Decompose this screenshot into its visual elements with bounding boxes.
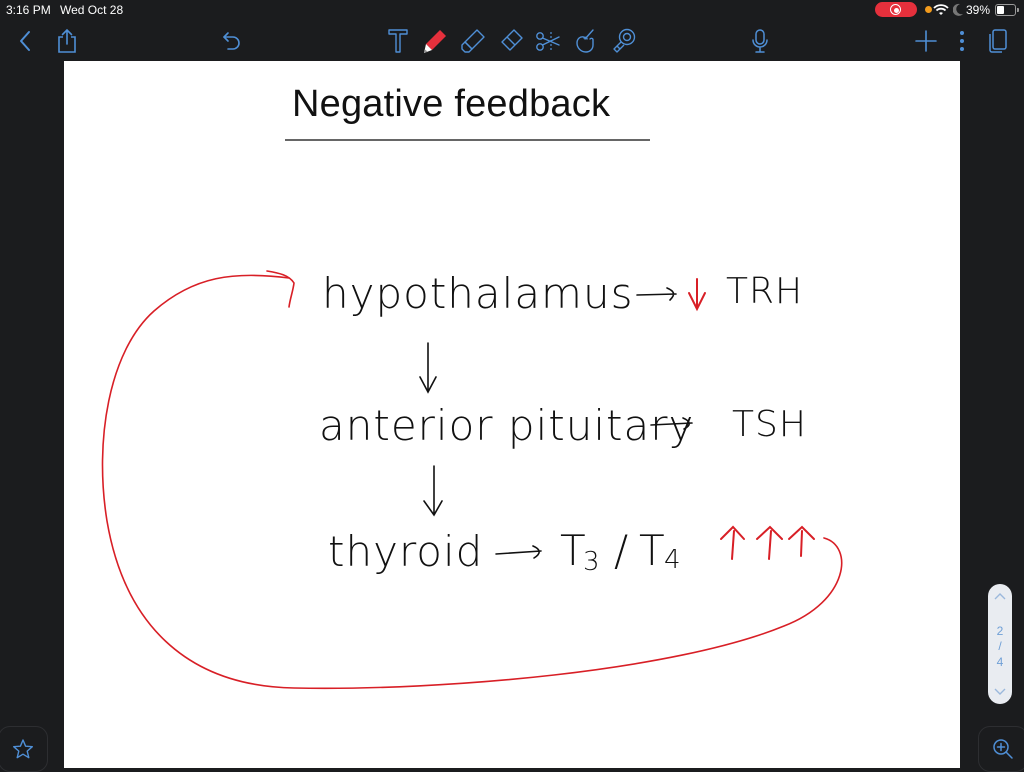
wifi-icon bbox=[933, 4, 949, 15]
battery-nub bbox=[1017, 8, 1019, 12]
decrease-arrow-trh bbox=[688, 278, 706, 312]
title-underline bbox=[285, 139, 650, 141]
more-button[interactable] bbox=[947, 26, 977, 56]
text-tool-icon bbox=[388, 29, 408, 53]
status-bar: 3:16 PM Wed Oct 28 39% bbox=[0, 0, 1024, 20]
eraser-tool-button[interactable] bbox=[496, 26, 526, 56]
do-not-disturb-icon bbox=[953, 3, 963, 16]
chevron-down-icon bbox=[994, 688, 1006, 695]
favorite-button[interactable] bbox=[0, 726, 48, 772]
feedback-arrowhead bbox=[266, 270, 295, 308]
page-separator: / bbox=[998, 639, 1002, 653]
pages-button[interactable] bbox=[983, 26, 1013, 56]
record-audio-button[interactable] bbox=[745, 26, 775, 56]
arrow-hypothalamus-trh bbox=[636, 287, 677, 301]
pen-icon bbox=[424, 30, 446, 53]
output-tsh: TSH bbox=[732, 404, 807, 445]
status-time: 3:16 PM bbox=[6, 3, 51, 17]
current-page-number: 2 bbox=[996, 624, 1004, 638]
zoom-button[interactable] bbox=[978, 726, 1024, 772]
screen-recording-indicator[interactable] bbox=[875, 2, 917, 17]
chevron-up-icon bbox=[994, 593, 1006, 600]
pages-icon bbox=[989, 29, 1007, 53]
previous-page-button[interactable] bbox=[988, 586, 1012, 606]
hand-tool-button[interactable] bbox=[571, 26, 601, 56]
highlighter-tool-button[interactable] bbox=[458, 26, 488, 56]
output-t4-subscript: 4 bbox=[664, 545, 682, 575]
star-icon bbox=[13, 739, 33, 759]
undo-button[interactable] bbox=[217, 26, 247, 56]
laser-pointer-button[interactable] bbox=[609, 26, 639, 56]
notebook-page[interactable]: Negative feedback hypothalamus TRH anter… bbox=[64, 61, 960, 768]
arrow-thyroid-t3t4 bbox=[495, 545, 542, 559]
status-date: Wed Oct 28 bbox=[60, 3, 124, 17]
undo-icon bbox=[223, 32, 240, 50]
share-button[interactable] bbox=[52, 26, 82, 56]
output-separator: / bbox=[614, 526, 630, 575]
page-navigator: 2 / 4 bbox=[988, 584, 1012, 704]
node-anterior-pituitary: anterior pituitary bbox=[319, 401, 695, 450]
zoom-in-icon bbox=[993, 739, 1013, 759]
node-hypothalamus: hypothalamus bbox=[322, 269, 634, 318]
back-button[interactable] bbox=[10, 26, 40, 56]
output-t4-t: T bbox=[639, 526, 666, 575]
hand-icon bbox=[576, 29, 594, 53]
microphone-icon bbox=[752, 29, 768, 53]
highlighter-icon bbox=[461, 29, 485, 53]
next-page-button[interactable] bbox=[988, 682, 1012, 702]
increase-arrows-t3t4 bbox=[720, 525, 815, 560]
microphone-in-use-dot bbox=[925, 6, 932, 13]
chevron-left-icon bbox=[20, 31, 30, 51]
battery-level bbox=[997, 6, 1004, 14]
toolbar bbox=[0, 20, 1024, 61]
node-thyroid: thyroid bbox=[328, 527, 484, 576]
more-icon bbox=[960, 31, 964, 51]
down-arrow-pituitary bbox=[423, 465, 443, 517]
scissors-icon bbox=[536, 32, 560, 51]
battery-icon bbox=[995, 4, 1019, 16]
output-t3-subscript: 3 bbox=[583, 547, 601, 577]
plus-icon bbox=[915, 30, 937, 52]
text-tool-button[interactable] bbox=[383, 26, 413, 56]
add-page-button[interactable] bbox=[911, 26, 941, 56]
lasso-tool-button[interactable] bbox=[533, 26, 563, 56]
record-dot-icon bbox=[893, 7, 899, 13]
share-icon bbox=[58, 28, 76, 53]
eraser-icon bbox=[501, 29, 523, 51]
feedback-loop-curve bbox=[101, 274, 843, 690]
page-title: Negative feedback bbox=[292, 83, 611, 125]
total-pages: 4 bbox=[996, 655, 1004, 669]
output-trh: TRH bbox=[726, 271, 804, 312]
pen-tool-button[interactable] bbox=[420, 26, 450, 56]
down-arrow-hypothalamus bbox=[419, 342, 437, 394]
laser-pointer-icon bbox=[613, 28, 636, 53]
battery-percentage: 39% bbox=[966, 3, 991, 17]
